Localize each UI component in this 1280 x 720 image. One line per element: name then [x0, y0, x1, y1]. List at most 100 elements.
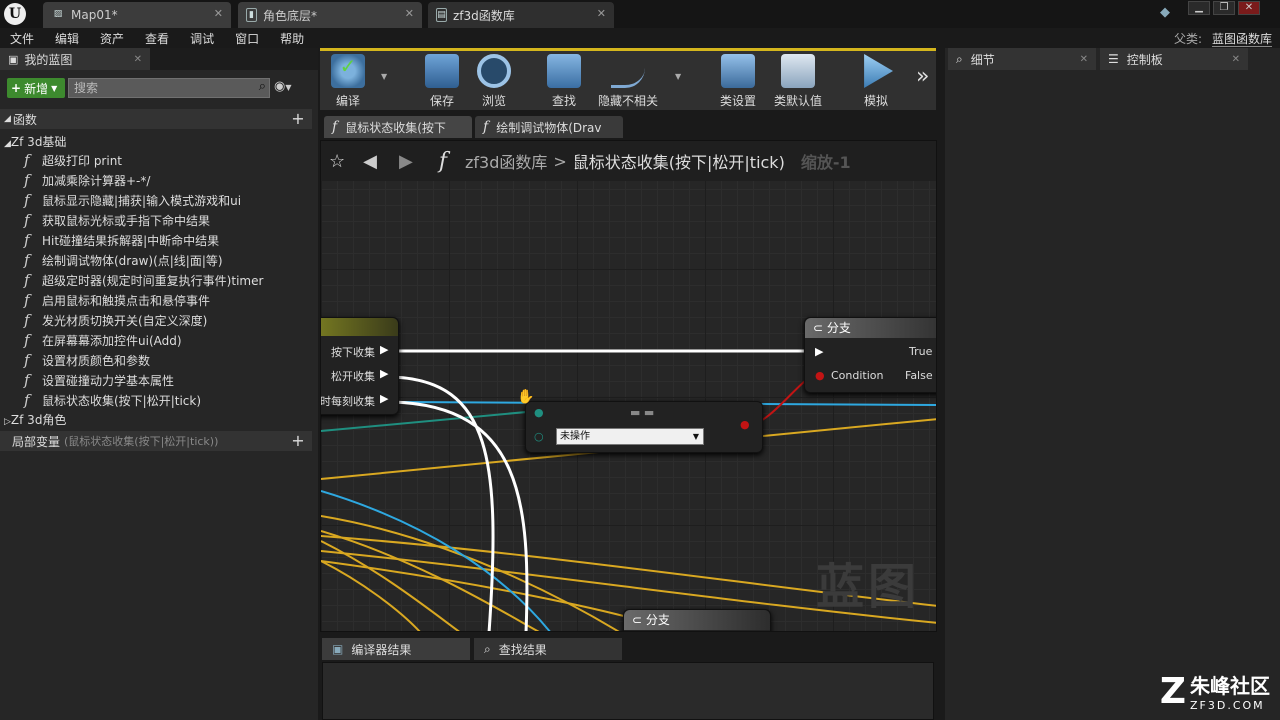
- function-list-item[interactable]: f 绘制调试物体(draw)(点|线|面|等): [24, 250, 223, 270]
- enum-pin-icon[interactable]: ○: [534, 430, 544, 443]
- function-icon: f: [483, 119, 489, 135]
- function-list-item[interactable]: f 鼠标显示隐藏|捕获|输入模式游戏和ui: [24, 190, 241, 210]
- tab-find-results[interactable]: ⌕ 查找结果: [474, 638, 622, 660]
- compile-options-chevron-icon[interactable]: ▼: [381, 72, 387, 81]
- node-header: ⊂ 分支: [805, 318, 936, 338]
- compile-button[interactable]: ✓ 编译: [322, 52, 374, 108]
- blueprint-panel-icon: ▣: [8, 52, 19, 66]
- close-window-button[interactable]: ✕: [1238, 1, 1260, 15]
- function-list-item[interactable]: f 启用鼠标和触摸点击和悬停事件: [24, 290, 210, 310]
- menu-asset[interactable]: 资产: [100, 30, 124, 47]
- doc-tab-label: 鼠标状态收集(按下: [345, 120, 446, 135]
- function-label: 设置碰撞动力学基本属性: [42, 373, 175, 388]
- feedback-icon[interactable]: ◆: [1160, 5, 1170, 20]
- graph-editor[interactable]: ☆ ◀ ▶ f zf3d函数库 > 鼠标状态收集(按下|松开|tick) 缩放-…: [320, 140, 937, 632]
- class-defaults-icon: [781, 54, 815, 88]
- close-icon[interactable]: ✕: [134, 54, 142, 65]
- category-label: Zf 3d基础: [10, 135, 67, 149]
- menu-file[interactable]: 文件: [10, 30, 34, 47]
- functions-section-header[interactable]: ◢ 函数 +: [0, 109, 312, 129]
- hide-unrelated-button[interactable]: 隐藏不相关: [596, 52, 660, 108]
- tab-zf3d-library[interactable]: ▤ zf3d函数库 ✕: [428, 2, 614, 28]
- exec-pin-icon[interactable]: ▶: [380, 343, 388, 356]
- tab-draw-debug[interactable]: f 绘制调试物体(Drav: [475, 116, 623, 138]
- minimize-button[interactable]: ▁: [1188, 1, 1210, 15]
- tab-compiler-results[interactable]: ▣ 编译器结果: [322, 638, 470, 660]
- exec-pin-icon[interactable]: ▶: [815, 345, 823, 358]
- category-zf3d-basic[interactable]: ◢Zf 3d基础: [4, 133, 66, 150]
- tab-map01[interactable]: ▨ Map01* ✕: [43, 2, 231, 28]
- search-icon[interactable]: ⌕: [259, 78, 266, 96]
- branch-node[interactable]: ⊂ 分支 ▶ ● Condition True False: [804, 317, 936, 393]
- branch-node-2[interactable]: ⊂ 分支: [623, 609, 771, 631]
- function-list-item[interactable]: f 加减乘除计算器+-*/: [24, 170, 150, 190]
- find-label: 查找: [551, 94, 576, 108]
- function-list-item[interactable]: f 鼠标状态收集(按下|松开|tick): [24, 390, 201, 410]
- close-icon[interactable]: ✕: [405, 7, 414, 20]
- function-list-item[interactable]: f 在屏幕幕添加控件ui(Add): [24, 330, 182, 350]
- tab-palette[interactable]: ☰ 控制板 ✕: [1100, 48, 1248, 70]
- tab-character-base[interactable]: ▮ 角色底层* ✕: [238, 2, 422, 28]
- function-list-item[interactable]: f Hit碰撞结果拆解器|中断命中结果: [24, 230, 219, 250]
- visibility-icon[interactable]: ◉▼: [274, 79, 304, 97]
- parent-class-label: 父类:: [1173, 32, 1202, 46]
- function-icon: f: [24, 191, 30, 209]
- search-input[interactable]: 搜索 ⌕: [68, 78, 270, 98]
- menu-help[interactable]: 帮助: [280, 30, 304, 47]
- save-button[interactable]: 保存: [416, 52, 468, 108]
- bool-pin-icon[interactable]: ●: [815, 369, 825, 382]
- maximize-button[interactable]: ❐: [1213, 1, 1235, 15]
- exec-pin-icon[interactable]: ▶: [380, 392, 388, 405]
- function-list-item[interactable]: f 超级定时器(规定时间重复执行事件)timer: [24, 270, 263, 290]
- toolbar-overflow-icon[interactable]: »: [916, 64, 929, 89]
- parent-class: 父类: 蓝图函数库: [1174, 30, 1272, 47]
- menu-edit[interactable]: 编辑: [55, 30, 79, 47]
- function-list-item[interactable]: f 获取鼠标光标或手指下命中结果: [24, 210, 210, 230]
- browse-button[interactable]: 浏览: [468, 52, 520, 108]
- target-pin-icon[interactable]: ●: [534, 406, 544, 419]
- function-list-item[interactable]: f 设置碰撞动力学基本属性: [24, 370, 174, 390]
- select-node[interactable]: ● ▬ ▬ ○ 未操作 ▼ ●: [525, 401, 763, 453]
- chevron-down-icon: ▼: [692, 432, 699, 441]
- find-button[interactable]: 查找: [538, 52, 590, 108]
- class-settings-button[interactable]: 类设置: [712, 52, 764, 108]
- pin-label-tick: 时每刻收集: [320, 395, 375, 408]
- unreal-logo-icon[interactable]: U: [4, 3, 26, 25]
- function-list-item[interactable]: f 设置材质颜色和参数: [24, 350, 150, 370]
- function-icon: f: [24, 231, 30, 249]
- bool-output-pin-icon[interactable]: ●: [740, 418, 750, 431]
- tab-mouse-state[interactable]: f 鼠标状态收集(按下: [324, 116, 472, 138]
- magnifier-icon: [477, 54, 511, 88]
- function-list-item[interactable]: f 超级打印 print: [24, 150, 122, 170]
- close-icon[interactable]: ✕: [597, 7, 606, 20]
- simulate-button[interactable]: 模拟: [850, 52, 902, 108]
- add-new-label: 新增: [24, 81, 49, 96]
- function-label: 获取鼠标光标或手指下命中结果: [42, 213, 211, 228]
- menu-view[interactable]: 查看: [145, 30, 169, 47]
- parent-class-link[interactable]: 蓝图函数库: [1211, 32, 1272, 47]
- function-label: 在屏幕幕添加控件ui(Add): [42, 333, 182, 348]
- enum-dropdown-value: 未操作: [560, 431, 590, 442]
- close-icon[interactable]: ✕: [1080, 54, 1088, 65]
- function-label: 启用鼠标和触摸点击和悬停事件: [42, 293, 211, 308]
- menu-debug[interactable]: 调试: [190, 30, 214, 47]
- hide-unrelated-chevron-icon[interactable]: ▼: [675, 72, 681, 81]
- close-icon[interactable]: ✕: [1232, 54, 1240, 65]
- add-new-button[interactable]: + 新增 ▼: [7, 78, 65, 98]
- local-variables-section-header[interactable]: 局部变量 (鼠标状态收集(按下|松开|tick)) +: [0, 431, 312, 451]
- enum-dropdown[interactable]: 未操作 ▼: [556, 428, 704, 445]
- class-defaults-button[interactable]: 类默认值: [770, 52, 826, 108]
- tab-details[interactable]: ⌕ 细节 ✕: [948, 48, 1096, 70]
- plus-icon: +: [11, 81, 22, 95]
- category-zf3d-character[interactable]: ▷Zf 3d角色: [4, 411, 66, 428]
- add-variable-icon[interactable]: +: [290, 433, 306, 449]
- function-list-item[interactable]: f 发光材质切换开关(自定义深度): [24, 310, 207, 330]
- add-function-icon[interactable]: +: [290, 111, 306, 127]
- exec-pin-icon[interactable]: ▶: [380, 367, 388, 380]
- false-label: False: [905, 369, 933, 382]
- close-icon[interactable]: ✕: [214, 7, 223, 20]
- menu-window[interactable]: 窗口: [235, 30, 259, 47]
- function-entry-node[interactable]: 按下收集 松开收集 时每刻收集 ▶ ▶ ▶: [320, 317, 399, 415]
- zf3d-logo-icon: Z: [1159, 670, 1186, 712]
- tab-my-blueprint[interactable]: ▣ 我的蓝图 ✕: [0, 48, 150, 70]
